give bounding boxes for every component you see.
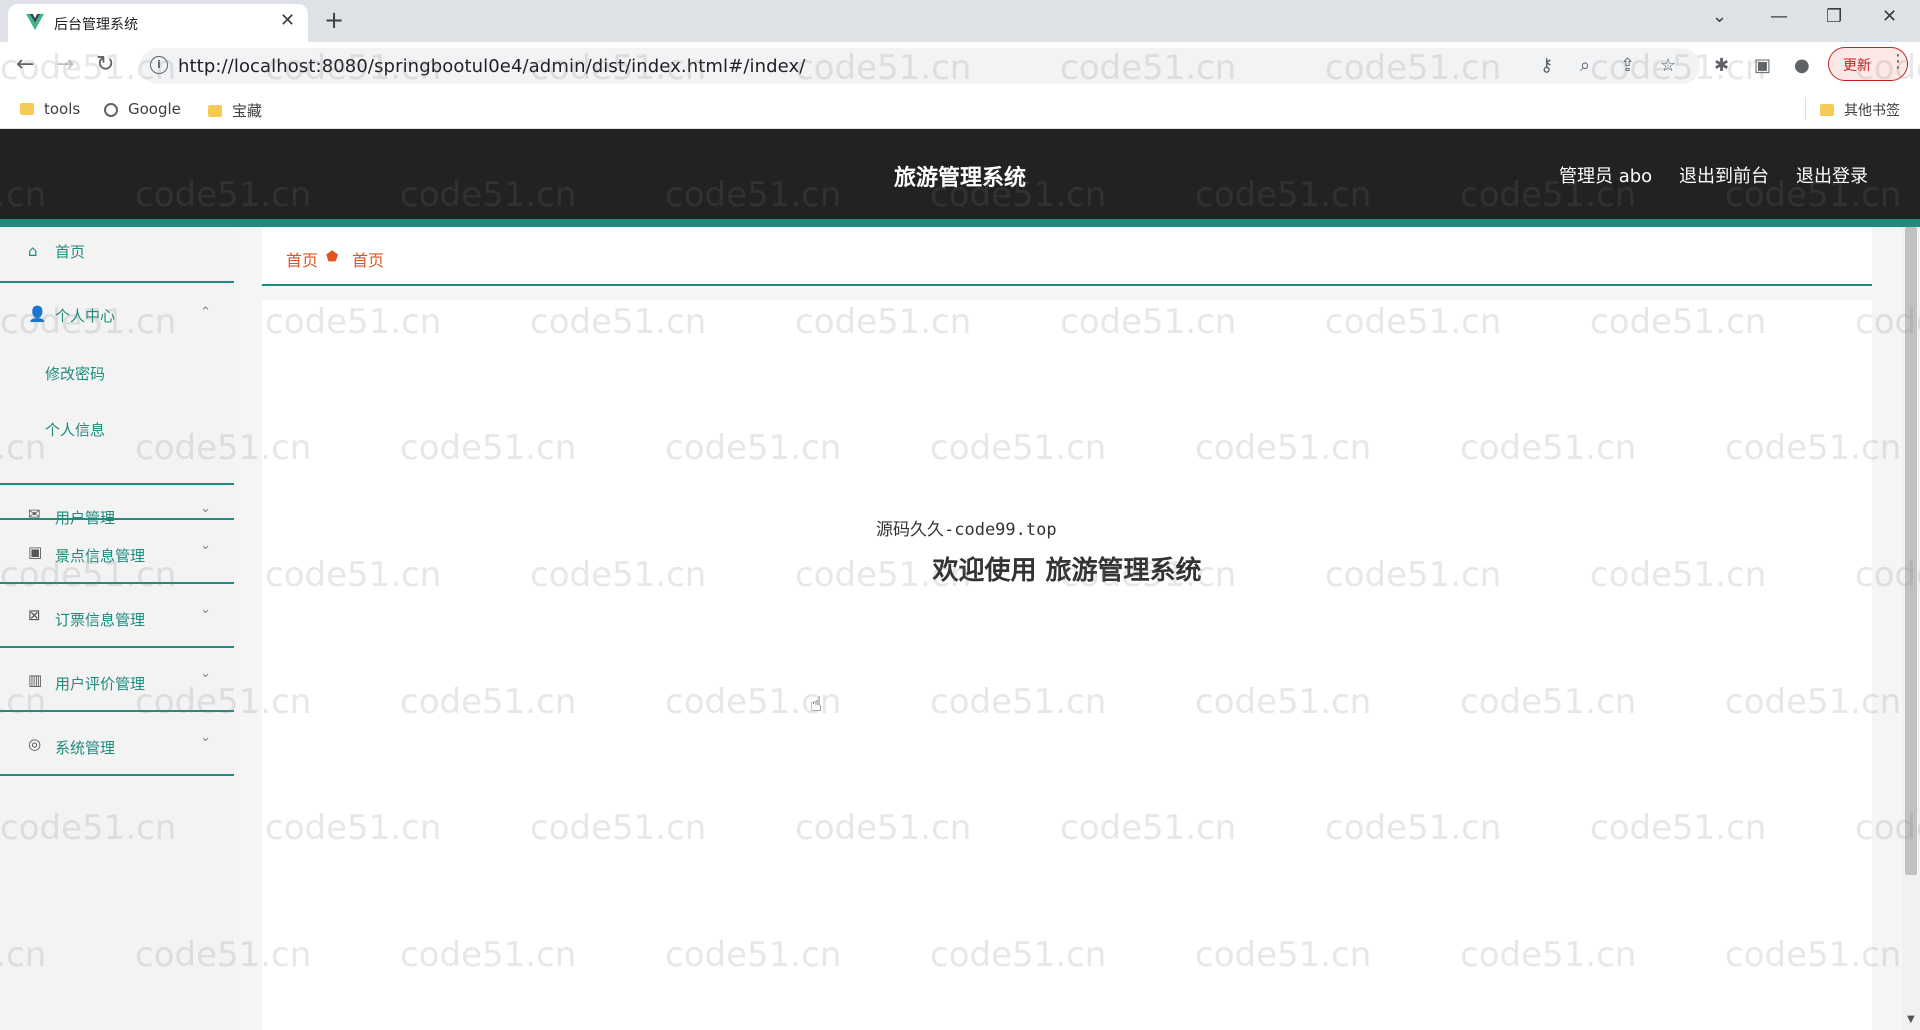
header-accent-stripe: [0, 219, 1920, 227]
menu-divider: [0, 774, 234, 776]
zoom-icon[interactable]: ⌕: [1580, 55, 1590, 76]
sidebar-item-personal-center[interactable]: 👤 个人中心 ⌃: [0, 283, 234, 339]
sidebar-item-ticket-mgmt[interactable]: ⊠ 订票信息管理 ⌄: [0, 584, 234, 646]
side-panel-icon[interactable]: ▣: [1754, 55, 1771, 76]
chevron-down-icon: ⌄: [200, 501, 211, 516]
sidebar: ⌂ 首页 👤 个人中心 ⌃ 修改密码 个人信息 ✉ 用户管理 ⌄ ▣ 景点信息管…: [0, 227, 234, 1030]
site-info-icon[interactable]: i: [150, 56, 168, 74]
page-scrollbar[interactable]: ▼: [1902, 227, 1920, 1030]
back-icon[interactable]: ←: [16, 52, 34, 77]
tab-title: 后台管理系统: [54, 17, 138, 33]
folder-icon: [208, 105, 222, 117]
chevron-down-icon: ⌄: [200, 666, 211, 681]
bookmarks-separator: [1805, 98, 1806, 120]
bookmark-google[interactable]: Google: [104, 100, 181, 118]
folder-icon: [1820, 104, 1834, 116]
menu-dots-icon: ⋮: [1889, 51, 1907, 72]
browser-toolbar: ← → ↻ i http://localhost:8080/springboot…: [0, 42, 1920, 90]
back-to-front-link[interactable]: 退出到前台: [1679, 162, 1769, 188]
other-bookmarks[interactable]: 其他书签: [1820, 100, 1900, 120]
home-icon: ⬟: [326, 249, 339, 265]
welcome-heading: 欢迎使用 旅游管理系统: [932, 556, 1202, 586]
home-icon: ⌂: [28, 242, 38, 260]
settings-icon: ◎: [28, 735, 42, 753]
bookmark-star-icon[interactable]: ☆: [1660, 55, 1676, 76]
bar-chart-icon: ▥: [28, 671, 43, 689]
forward-icon[interactable]: →: [56, 52, 74, 77]
address-bar[interactable]: i http://localhost:8080/springbootul0e4/…: [140, 48, 1700, 84]
globe-icon: [104, 103, 118, 117]
vue-logo-icon: [26, 13, 44, 31]
hand-cursor-icon: ☝: [810, 692, 823, 716]
chevron-down-icon: ⌄: [200, 730, 211, 745]
restore-icon[interactable]: ❐: [1826, 6, 1842, 27]
ticket-icon: ⊠: [28, 606, 41, 624]
scroll-down-icon[interactable]: ▼: [1907, 1014, 1915, 1025]
close-window-icon[interactable]: ✕: [1882, 6, 1897, 27]
bookmark-treasure[interactable]: 宝藏: [208, 100, 262, 121]
breadcrumb-current: 首页: [352, 251, 385, 270]
tab-search-chevron-icon[interactable]: ⌄: [1712, 6, 1727, 27]
tab-close-icon[interactable]: ✕: [280, 10, 295, 31]
share-icon[interactable]: ⇪: [1620, 55, 1635, 76]
logout-link[interactable]: 退出登录: [1796, 162, 1868, 188]
browser-tabbar: 后台管理系统 ✕ + ⌄ — ❐ ✕: [0, 0, 1920, 42]
browser-tab[interactable]: 后台管理系统 ✕: [8, 4, 308, 42]
folder-icon: [20, 103, 34, 115]
sidebar-sub-personal-info[interactable]: 个人信息: [45, 419, 105, 440]
sidebar-item-system-mgmt[interactable]: ◎ 系统管理 ⌄: [0, 712, 234, 774]
breadcrumb-home[interactable]: 首页: [286, 247, 318, 271]
breadcrumb: 首页 ⬟ 首页: [262, 227, 1872, 286]
update-button[interactable]: 更新 ⋮: [1828, 47, 1908, 81]
chevron-down-icon: ⌄: [200, 602, 211, 617]
sidebar-item-review-mgmt[interactable]: ▥ 用户评价管理 ⌄: [0, 648, 234, 710]
key-icon[interactable]: ⚷: [1540, 55, 1553, 76]
user-icon: 👤: [28, 305, 47, 323]
bookmark-tools[interactable]: tools: [20, 100, 80, 118]
new-tab-icon[interactable]: +: [324, 6, 344, 34]
minimize-icon[interactable]: —: [1770, 6, 1788, 27]
reload-icon[interactable]: ↻: [96, 52, 114, 77]
sidebar-item-home[interactable]: ⌂ 首页: [0, 227, 234, 283]
source-text: 源码久久-code99.top: [876, 520, 1057, 540]
url-text[interactable]: http://localhost:8080/springbootul0e4/ad…: [178, 56, 805, 77]
admin-user-label: 管理员 abo: [1559, 166, 1653, 187]
sidebar-sub-change-password[interactable]: 修改密码: [45, 363, 105, 384]
chevron-up-icon: ⌃: [200, 305, 211, 320]
scroll-thumb[interactable]: [1905, 227, 1917, 875]
content-panel: [262, 300, 1872, 1030]
app-header: 旅游管理系统 管理员 abo 退出到前台 退出登录: [0, 129, 1920, 219]
bookmarks-bar: tools Google 宝藏 其他书签: [0, 90, 1920, 129]
profile-icon[interactable]: ●: [1794, 55, 1810, 76]
extensions-icon[interactable]: ✱: [1714, 55, 1729, 76]
